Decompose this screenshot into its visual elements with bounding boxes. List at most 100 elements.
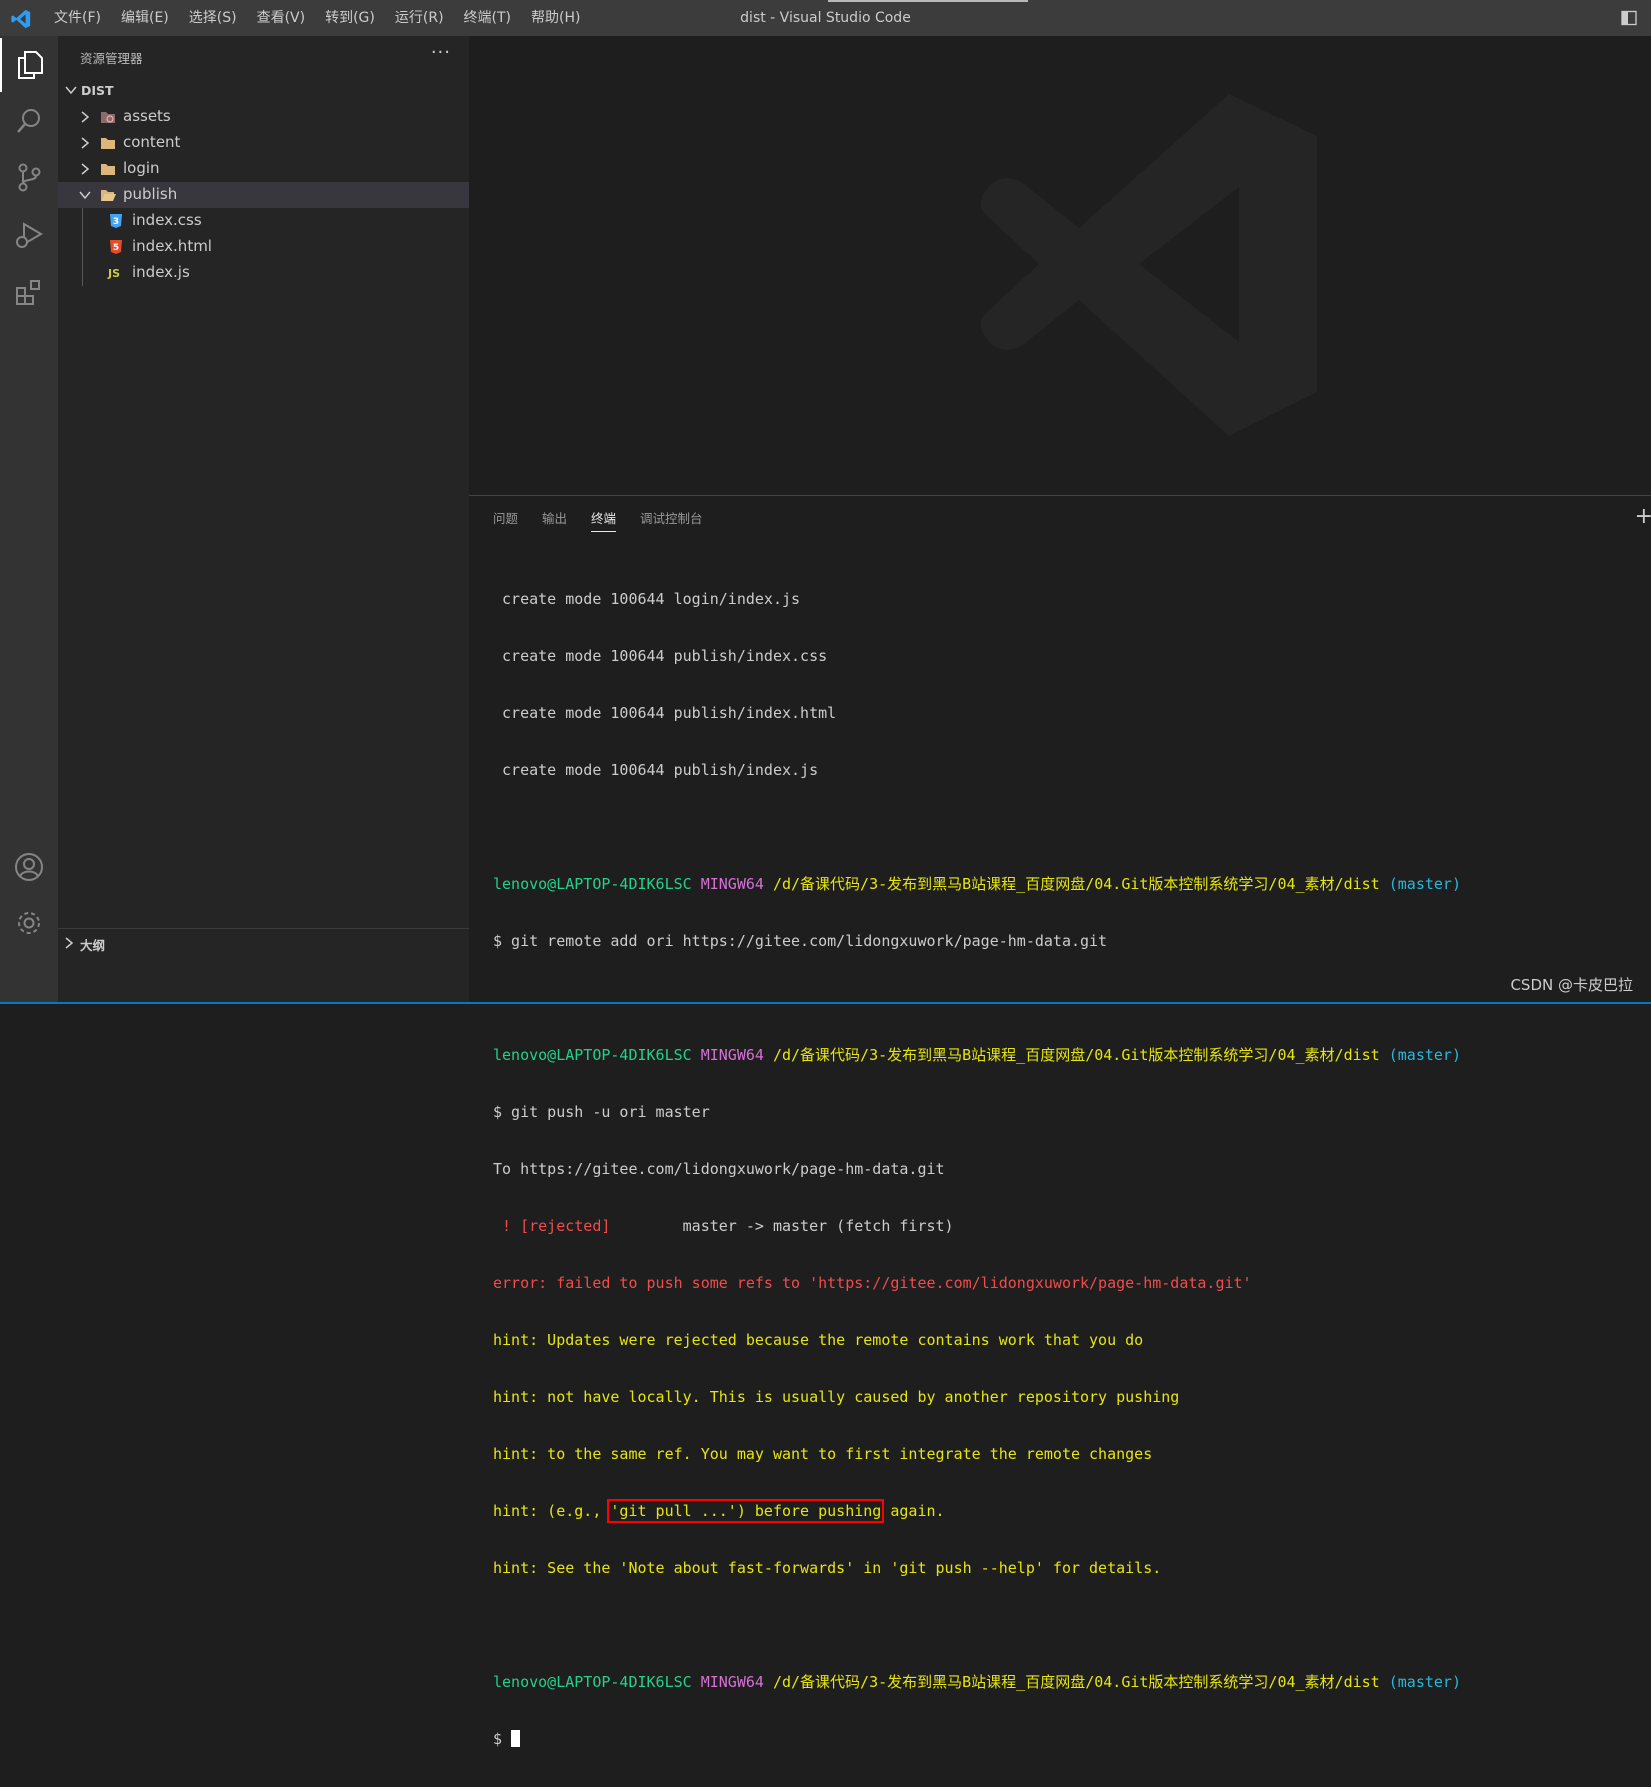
tree-file-index-css[interactable]: 3 index.css <box>58 208 469 234</box>
activity-account[interactable] <box>0 840 58 894</box>
tree-folder-assets[interactable]: assets <box>58 104 469 130</box>
open-folder-icon <box>101 190 116 201</box>
account-icon <box>15 853 43 881</box>
terminal-hint-line: hint: (e.g., 'git pull ...') before push… <box>493 1499 1651 1523</box>
terminal-blank <box>493 989 1651 1008</box>
tab-debug-console[interactable]: 调试控制台 <box>640 508 703 532</box>
activity-search[interactable] <box>0 94 58 148</box>
terminal-prompt: lenovo@LAPTOP-4DIK6LSC MINGW64 /d/备课代码/3… <box>493 1673 1651 1692</box>
csdn-watermark: CSDN @卡皮巴拉 <box>1510 976 1633 994</box>
tree-item-label: index.css <box>132 211 202 229</box>
terminal-line: create mode 100644 login/index.js <box>493 590 801 608</box>
chevron-right-icon <box>65 937 74 949</box>
hint-prefix: hint: (e.g., <box>493 1502 611 1520</box>
tab-terminal[interactable]: 终端 <box>591 508 617 532</box>
terminal-hint-line: hint: See the 'Note about fast-forwards'… <box>493 1559 1162 1577</box>
prompt-user: lenovo@LAPTOP-4DIK6LSC <box>493 1046 692 1064</box>
extensions-icon <box>16 280 40 305</box>
terminal-blank <box>493 818 1651 837</box>
terminal-line: To https://gitee.com/lidongxuwork/page-h… <box>493 1160 945 1178</box>
terminal-cursor <box>511 1730 521 1747</box>
workspace-root-header[interactable]: DIST <box>58 80 469 102</box>
folder-icon <box>101 164 115 175</box>
tree-folder-content[interactable]: content <box>58 130 469 156</box>
terminal-line: create mode 100644 publish/index.html <box>493 704 837 722</box>
tree-item-label: content <box>123 133 181 151</box>
menu-go[interactable]: 转到(G) <box>315 0 385 36</box>
menu-view[interactable]: 查看(V) <box>247 0 316 36</box>
tree-folder-login[interactable]: login <box>58 156 469 182</box>
assets-folder-icon <box>101 112 115 123</box>
terminal-blank <box>493 1616 1651 1635</box>
tree-item-label: index.html <box>132 237 212 255</box>
tab-problems[interactable]: 问题 <box>493 508 518 532</box>
toggle-panel-layout-icon[interactable] <box>1621 10 1637 26</box>
prompt-branch: (master) <box>1388 1673 1461 1691</box>
js-file-icon: JS <box>108 267 121 280</box>
chevron-right-icon <box>81 163 90 175</box>
terminal-command: $ git remote add ori https://gitee.com/l… <box>493 932 1108 950</box>
tab-output[interactable]: 输出 <box>542 508 567 532</box>
prompt-branch: (master) <box>1388 875 1461 893</box>
terminal-input-line[interactable]: $ <box>493 1730 1651 1749</box>
title-bar: 文件(F) 编辑(E) 选择(S) 查看(V) 转到(G) 运行(R) 终端(T… <box>0 0 1651 36</box>
explorer-heading: 资源管理器 <box>80 51 143 66</box>
html-file-icon: 5 <box>110 240 122 254</box>
outline-label: 大纲 <box>80 938 106 953</box>
explorer-sidebar: 资源管理器 ··· DIST assets content login publ… <box>58 36 469 1004</box>
prompt-branch: (master) <box>1388 1046 1461 1064</box>
source-control-icon <box>18 163 41 192</box>
svg-text:3: 3 <box>113 217 119 227</box>
terminal-prompt: lenovo@LAPTOP-4DIK6LSC MINGW64 /d/备课代码/3… <box>493 875 1651 894</box>
tree-file-index-js[interactable]: JS index.js <box>58 260 469 286</box>
highlighted-git-pull-hint: 'git pull ...') before pushing <box>607 1499 885 1523</box>
menu-file[interactable]: 文件(F) <box>44 0 111 36</box>
terminal-output[interactable]: create mode 100644 login/index.js create… <box>493 552 1651 1787</box>
menu-selection[interactable]: 选择(S) <box>179 0 247 36</box>
menu-terminal[interactable]: 终端(T) <box>454 0 521 36</box>
menu-run[interactable]: 运行(R) <box>385 0 454 36</box>
hint-suffix: again. <box>881 1502 945 1520</box>
tree-folder-publish[interactable]: publish <box>58 182 469 208</box>
tree-item-label: publish <box>123 185 178 203</box>
activity-manage[interactable] <box>0 896 58 950</box>
prompt-path: /d/备课代码/3-发布到黑马B站课程_百度网盘/04.Git版本控制系统学习/… <box>772 1673 1380 1691</box>
chevron-down-icon <box>79 191 91 200</box>
chevron-down-icon <box>65 86 77 95</box>
rejected-tag: ! [rejected] <box>493 1217 611 1235</box>
prompt-env: MINGW64 <box>700 1673 764 1691</box>
more-actions-button[interactable]: ··· <box>431 42 451 63</box>
gear-icon <box>18 912 40 934</box>
prompt-user: lenovo@LAPTOP-4DIK6LSC <box>493 1673 692 1691</box>
folder-icon <box>101 138 115 149</box>
workspace-root-label: DIST <box>81 83 114 98</box>
tree-item-label: index.js <box>132 263 190 281</box>
prompt-env: MINGW64 <box>700 1046 764 1064</box>
activity-bar <box>0 36 58 1004</box>
explorer-icon <box>18 51 43 79</box>
tree-file-index-html[interactable]: 5 index.html <box>58 234 469 260</box>
new-terminal-button[interactable]: + <box>1635 504 1651 529</box>
menu-help[interactable]: 帮助(H) <box>521 0 590 36</box>
terminal-line: create mode 100644 publish/index.css <box>493 647 828 665</box>
rejected-detail: master -> master (fetch first) <box>610 1217 954 1235</box>
prompt-env: MINGW64 <box>700 875 764 893</box>
chevron-right-icon <box>81 111 90 123</box>
activity-explorer[interactable] <box>0 38 58 92</box>
editor-area <box>469 36 1651 496</box>
terminal-prompt: lenovo@LAPTOP-4DIK6LSC MINGW64 /d/备课代码/3… <box>493 1046 1651 1065</box>
activity-extensions[interactable] <box>0 266 58 320</box>
chevron-right-icon <box>81 137 90 149</box>
menu-edit[interactable]: 编辑(E) <box>111 0 179 36</box>
terminal-hint-line: hint: to the same ref. You may want to f… <box>493 1445 1153 1463</box>
outline-section-header[interactable]: 大纲 <box>58 928 469 955</box>
vscode-logo-icon <box>11 9 31 29</box>
title-accent-bar <box>828 0 1028 2</box>
tree-item-label: login <box>123 159 160 177</box>
activity-source-control[interactable] <box>0 150 58 204</box>
vscode-watermark-icon <box>980 94 1317 436</box>
terminal-line: create mode 100644 publish/index.js <box>493 761 819 779</box>
activity-run-debug[interactable] <box>0 208 58 262</box>
menu-bar: 文件(F) 编辑(E) 选择(S) 查看(V) 转到(G) 运行(R) 终端(T… <box>44 0 590 36</box>
terminal-error-line: error: failed to push some refs to 'http… <box>493 1274 1252 1292</box>
